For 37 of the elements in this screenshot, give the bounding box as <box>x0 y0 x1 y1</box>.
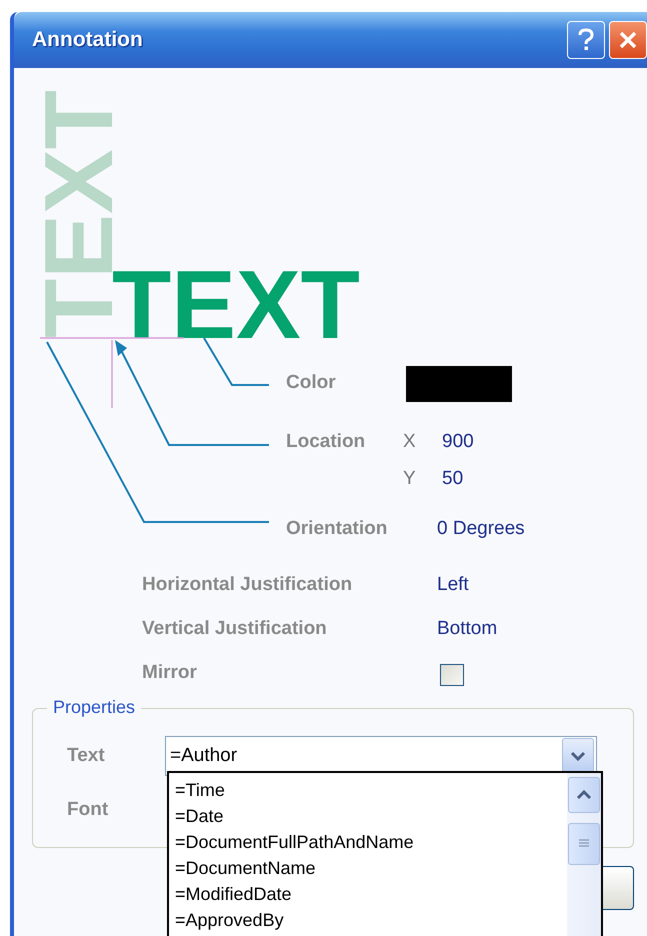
text-label: Text <box>66 745 106 767</box>
y-value: 50 <box>442 468 464 490</box>
dropdown-button[interactable] <box>562 738 594 774</box>
dropdown-option[interactable]: =ApprovedBy <box>175 907 567 933</box>
dropdown-option[interactable]: =Time <box>175 777 567 803</box>
justification-label: Horizontal Justification <box>142 574 352 596</box>
chevron-up-icon <box>576 789 592 801</box>
x-label: X <box>403 431 416 453</box>
orientation-label: Orientation <box>286 518 388 540</box>
mirror-checkbox[interactable] <box>440 664 464 686</box>
grip-icon <box>578 839 590 849</box>
origin-guide <box>111 340 113 408</box>
color-label: Color <box>286 372 336 394</box>
justification-label: Vertical Justification <box>142 618 327 640</box>
orientation-value: 0 Degrees <box>437 518 525 540</box>
window-title: Annotation <box>32 28 143 52</box>
scroll-up-button[interactable] <box>568 777 600 813</box>
scroll-thumb[interactable] <box>568 823 600 865</box>
close-button[interactable] <box>609 21 647 59</box>
help-button[interactable] <box>567 21 605 59</box>
x-value: 900 <box>442 431 474 453</box>
justification-value: Bottom <box>437 618 498 640</box>
close-icon <box>618 30 638 50</box>
dropdown-option[interactable]: =Date <box>175 803 567 829</box>
color-swatch[interactable] <box>406 366 512 402</box>
dropdown-option[interactable]: =DocumentName <box>175 855 567 881</box>
scrollbar[interactable] <box>567 773 601 936</box>
help-icon <box>576 28 596 52</box>
justification-value: Left <box>437 574 469 596</box>
y-label: Y <box>403 468 416 490</box>
location-label: Location <box>286 431 366 453</box>
font-label: Font <box>66 799 110 821</box>
mirror-label: Mirror <box>142 662 197 684</box>
dropdown-option[interactable]: =DocumentFullPathAndName <box>175 829 567 855</box>
group-title: Properties <box>47 697 142 718</box>
chevron-down-icon <box>570 750 586 762</box>
dropdown-option[interactable]: =ModifiedDate <box>175 881 567 907</box>
